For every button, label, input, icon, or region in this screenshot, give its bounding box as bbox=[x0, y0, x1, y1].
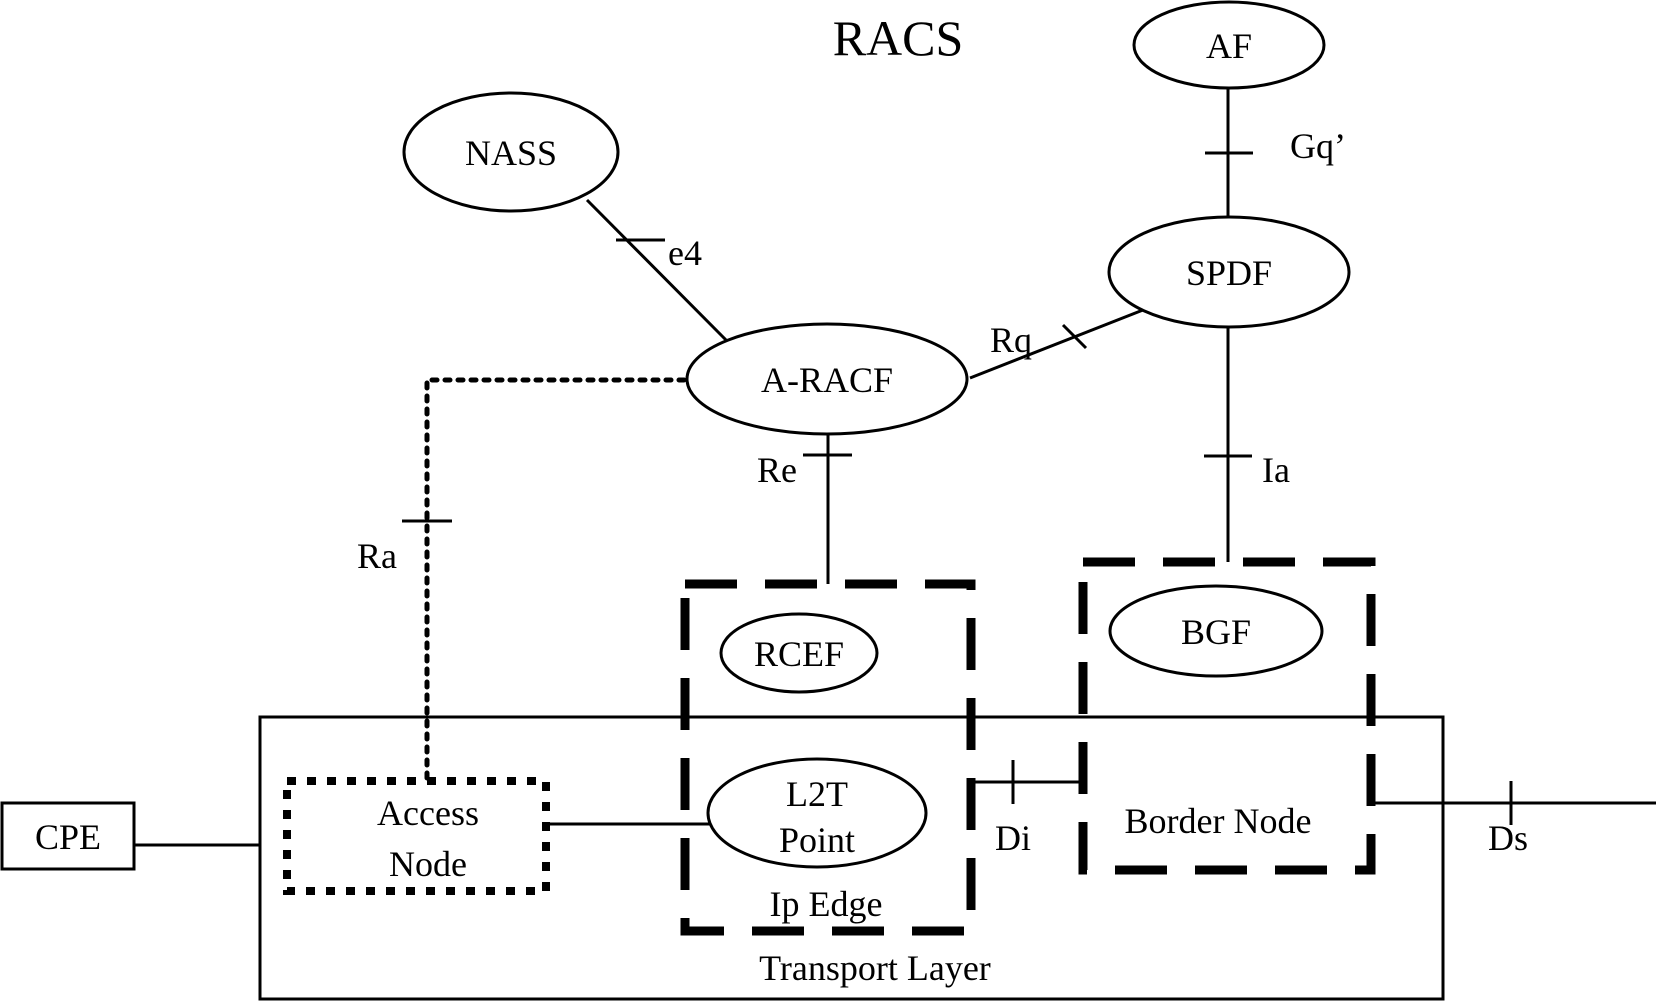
interface-label-di: Di bbox=[995, 818, 1031, 858]
access-node-label-line1: Access bbox=[377, 793, 479, 833]
interface-label-rq: Rq bbox=[990, 320, 1032, 360]
node-a-racf-label: A-RACF bbox=[761, 360, 893, 400]
interface-label-ia: Ia bbox=[1262, 450, 1290, 490]
diagram-title: RACS bbox=[833, 10, 964, 66]
interface-tick-rq bbox=[1061, 323, 1088, 350]
border-node-label: Border Node bbox=[1125, 801, 1312, 841]
interface-label-e4: e4 bbox=[668, 233, 702, 273]
ip-edge-label: Ip Edge bbox=[770, 884, 883, 924]
node-rcef-label: RCEF bbox=[754, 634, 844, 674]
interface-label-ra: Ra bbox=[357, 536, 397, 576]
node-l2t-label-line2: Point bbox=[779, 820, 855, 860]
access-node-label-line2: Node bbox=[389, 844, 467, 884]
node-bgf-label: BGF bbox=[1181, 612, 1251, 652]
interface-label-gq: Gq’ bbox=[1290, 126, 1346, 166]
interface-label-ds: Ds bbox=[1488, 818, 1528, 858]
node-nass-label: NASS bbox=[465, 133, 557, 173]
node-l2t-label-line1: L2T bbox=[786, 774, 848, 814]
racs-architecture-diagram: RACS Transport Layer Gq’ e4 Rq Re Ia Ra … bbox=[0, 0, 1656, 1002]
transport-layer-label: Transport Layer bbox=[759, 948, 991, 988]
node-af-label: AF bbox=[1206, 26, 1252, 66]
cpe-label: CPE bbox=[35, 817, 101, 857]
interface-label-re: Re bbox=[757, 450, 797, 490]
node-spdf-label: SPDF bbox=[1186, 253, 1272, 293]
link-nass-aracf bbox=[585, 198, 729, 343]
